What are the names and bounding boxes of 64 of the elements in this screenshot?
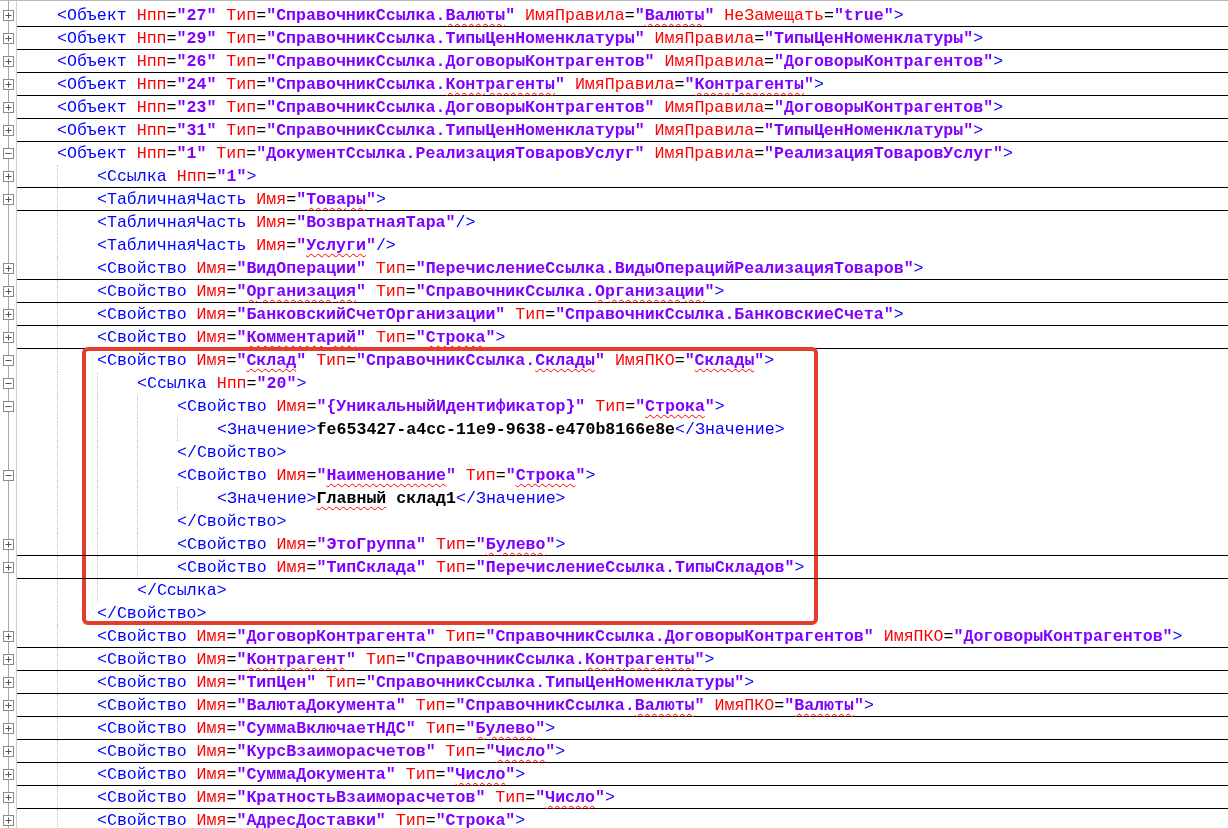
plus-box-icon[interactable] [3, 309, 14, 320]
code-line: <Ссылка Нпп="1"> [97, 166, 257, 186]
plus-box-icon[interactable] [3, 746, 14, 757]
plus-box-icon[interactable] [3, 286, 14, 297]
minus-box-icon[interactable] [3, 355, 14, 366]
code-line: <Значение>fe653427-a4cc-11e9-9638-e470b8166e8e</Значение> [217, 420, 785, 439]
code-line: <Свойство Имя="ВалютаДокумента" Тип="СправочникСсылка.Валюты" ИмяПКО="Валюты"> [97, 695, 874, 715]
plus-box-icon[interactable] [3, 10, 14, 21]
code-line: <Объект Нпп="29" Тип="СправочникСсылка.ТипыЦенНоменклатуры" ИмяПравила="ТипыЦенНоменклатуры"> [57, 28, 984, 48]
plus-box-icon[interactable] [3, 263, 14, 274]
code-line: <Ссылка Нпп="20"> [137, 374, 307, 393]
code-line: <Свойство Имя="ЭтоГруппа" Тип="Булево"> [177, 534, 566, 554]
code-line: <Свойство Имя="Контрагент" Тип="СправочникСсылка.Контрагенты"> [97, 649, 715, 669]
code-line: <Объект Нпп="31" Тип="СправочникСсылка.ТипыЦенНоменклатуры" ИмяПравила="ТипыЦенНоменклатуры"> [57, 120, 984, 140]
code-line: <ТабличнаяЧасть Имя="Товары"> [97, 189, 386, 209]
code-line: <Свойство Имя="ТипЦен" Тип="СправочникСсылка.ТипыЦенНоменклатуры"> [97, 672, 755, 692]
code-line: <Объект Нпп="23" Тип="СправочникСсылка.ДоговорыКонтрагентов" ИмяПравила="ДоговорыКонтрагентов"> [57, 97, 1004, 117]
code-line: <Свойство Имя="БанковскийСчетОрганизации" Тип="СправочникСсылка.БанковскиеСчета"> [97, 304, 904, 324]
plus-box-icon[interactable] [3, 769, 14, 780]
plus-box-icon[interactable] [3, 332, 14, 343]
plus-box-icon[interactable] [3, 815, 14, 826]
code-line: </Свойство> [97, 604, 207, 623]
code-line: <Значение>Главный склад1</Значение> [217, 489, 566, 508]
plus-box-icon[interactable] [3, 194, 14, 205]
minus-box-icon[interactable] [3, 470, 14, 481]
plus-box-icon[interactable] [3, 125, 14, 136]
code-line: <Свойство Имя="Склад" Тип="СправочникСсылка.Склады" ИмяПКО="Склады"> [97, 351, 775, 370]
plus-box-icon[interactable] [3, 102, 14, 113]
plus-box-icon[interactable] [3, 79, 14, 90]
code-line: <Свойство Имя="ТипСклада" Тип="ПеречислениеСсылка.ТипыСкладов"> [177, 557, 805, 577]
code-line: <Объект Нпп="26" Тип="СправочникСсылка.ДоговорыКонтрагентов" ИмяПравила="ДоговорыКонтрагентов"> [57, 51, 1004, 71]
code-line: <Свойство Имя="Организация" Тип="СправочникСсылка.Организации"> [97, 281, 725, 301]
code-line: <Свойство Имя="СуммаВключаетНДС" Тип="Булево"> [97, 718, 556, 738]
code-line: <ТабличнаяЧасть Имя="Услуги"/> [97, 236, 396, 255]
plus-box-icon[interactable] [3, 654, 14, 665]
plus-box-icon[interactable] [3, 33, 14, 44]
code-line: <Свойство Имя="Комментарий" Тип="Строка"> [97, 327, 506, 347]
code-line: <Свойство Имя="СуммаДокумента" Тип="Число"> [97, 764, 526, 784]
code-line: <Свойство Имя="ДоговорКонтрагента" Тип="СправочникСсылка.ДоговорыКонтрагентов" ИмяПКО="ДоговорыКонтрагентов"> [97, 626, 1183, 646]
plus-box-icon[interactable] [3, 539, 14, 550]
code-line: <Объект Нпп="1" Тип="ДокументСсылка.РеализацияТоваровУслуг" ИмяПравила="РеализацияТоваровУслуг"> [57, 144, 1014, 163]
minus-box-icon[interactable] [3, 378, 14, 389]
plus-box-icon[interactable] [3, 56, 14, 67]
minus-box-icon[interactable] [3, 401, 14, 412]
plus-box-icon[interactable] [3, 677, 14, 688]
plus-box-icon[interactable] [3, 792, 14, 803]
code-line: </Свойство> [177, 512, 287, 531]
code-line: <ТабличнаяЧасть Имя="ВозвратнаяТара"/> [97, 213, 476, 232]
plus-box-icon[interactable] [3, 700, 14, 711]
minus-box-icon[interactable] [3, 148, 14, 159]
code-line: <Свойство Имя="Наименование" Тип="Строка"> [177, 466, 596, 485]
code-line: <Свойство Имя="КратностьВзаиморасчетов" Тип="Число"> [97, 787, 615, 807]
plus-box-icon[interactable] [3, 171, 14, 182]
plus-box-icon[interactable] [3, 562, 14, 573]
code-line: <Объект Нпп="24" Тип="СправочникСсылка.Контрагенты" ИмяПравила="Контрагенты"> [57, 74, 824, 94]
code-line: <Свойство Имя="КурсВзаиморасчетов" Тип="Число"> [97, 741, 566, 761]
code-line: <Объект Нпп="27" Тип="СправочникСсылка.Валюты" ИмяПравила="Валюты" НеЗамещать="true"> [57, 5, 904, 25]
plus-box-icon[interactable] [3, 723, 14, 734]
code-line: </Свойство> [177, 443, 287, 462]
plus-box-icon[interactable] [3, 631, 14, 642]
code-line: <Свойство Имя="{УникальныйИдентификатор}" Тип="Строка"> [177, 397, 725, 416]
code-line: <Свойство Имя="ВидОперации" Тип="ПеречислениеСсылка.ВидыОперацийРеализацияТоваров"> [97, 258, 924, 278]
code-line: <Свойство Имя="АдресДоставки" Тип="Строка"> [97, 810, 526, 828]
code-line: </Ссылка> [137, 581, 227, 600]
